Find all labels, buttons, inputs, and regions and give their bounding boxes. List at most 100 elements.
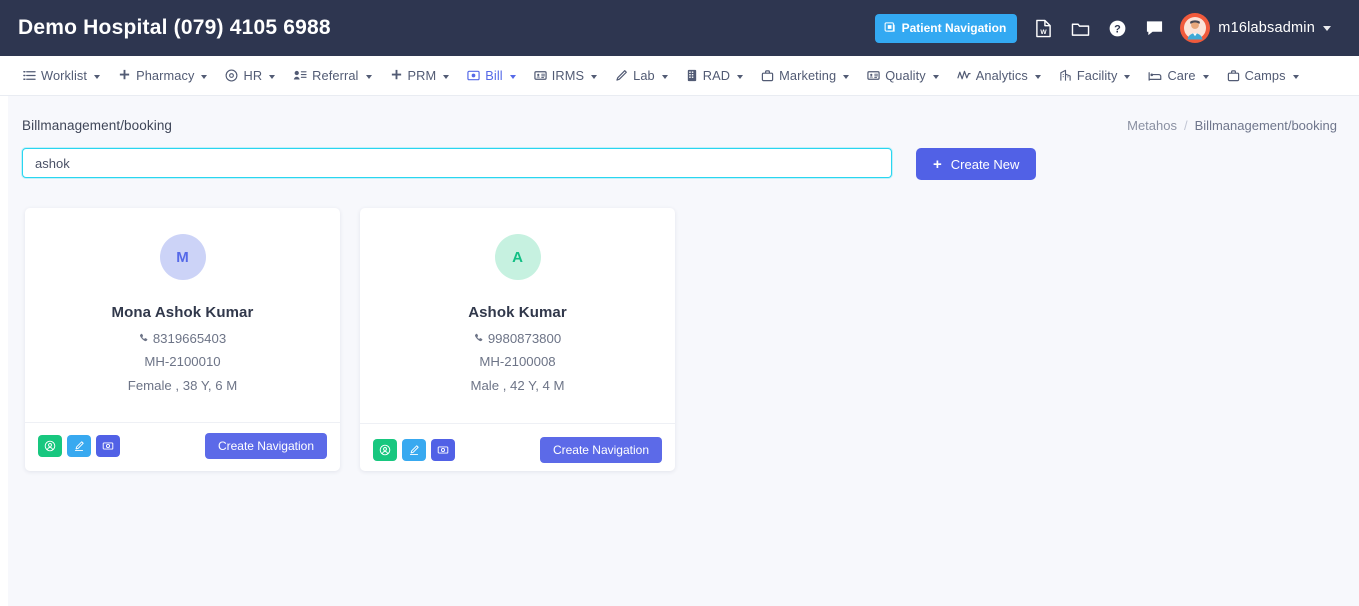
word-document-icon[interactable]: W: [1032, 17, 1054, 39]
patient-demographics: Male , 42 Y, 4 M: [470, 378, 565, 393]
patient-avatar: M: [159, 234, 206, 280]
pencil-icon: [615, 69, 628, 82]
breadcrumb: Metahos / Billmanagement/booking: [1127, 118, 1337, 133]
patient-avatar-initial: A: [512, 248, 523, 266]
header-actions: Patient Navigation W ? m16labsadmin: [874, 13, 1331, 43]
patient-navigation-button[interactable]: Patient Navigation: [874, 13, 1018, 43]
patient-profile-button[interactable]: [373, 439, 397, 461]
nav-item-pharmacy[interactable]: Pharmacy: [109, 56, 216, 95]
create-navigation-button[interactable]: Create Navigation: [204, 433, 327, 459]
patient-name: Ashok Kumar: [468, 304, 567, 321]
bill-card-icon: [467, 69, 480, 82]
chat-bubble-icon[interactable]: [1143, 17, 1165, 39]
nav-label: Referral: [312, 68, 359, 83]
nav-label: Lab: [633, 68, 655, 83]
toolbar-row: + Create New: [8, 133, 1359, 180]
nav-item-referral[interactable]: Referral: [284, 56, 380, 95]
nav-item-prm[interactable]: PRM: [381, 56, 459, 95]
left-sidebar-strip: [0, 96, 8, 606]
chevron-down-icon: [1292, 74, 1299, 79]
user-menu[interactable]: m16labsadmin: [1180, 13, 1331, 43]
bed-icon: [1148, 69, 1162, 82]
breadcrumb-root[interactable]: Metahos: [1127, 118, 1177, 133]
avatar[interactable]: [1180, 13, 1211, 43]
id-photo-icon: [102, 440, 114, 452]
chevron-down-icon: [843, 74, 850, 79]
patient-action-group: [373, 439, 455, 461]
patient-card: A Ashok Kumar 9980873800 MH-2100008 Male…: [360, 208, 675, 471]
id-photo-icon: [437, 444, 449, 456]
nav-item-camps[interactable]: Camps: [1218, 56, 1308, 95]
nav-label: Bill: [485, 68, 503, 83]
nav-label: PRM: [407, 68, 437, 83]
user-circle-icon: [44, 440, 56, 452]
chevron-down-icon: [1202, 74, 1209, 79]
nav-label: IRMS: [551, 68, 585, 83]
patient-action-group: [38, 435, 120, 457]
patient-profile-button[interactable]: [38, 435, 62, 457]
chevron-down-icon: [443, 74, 450, 79]
nav-item-lab[interactable]: Lab: [606, 56, 677, 95]
nav-label: Pharmacy: [136, 68, 195, 83]
chevron-down-icon: [1034, 74, 1041, 79]
at-circle-icon: [225, 69, 238, 82]
edit-patient-button[interactable]: [402, 439, 426, 461]
patient-navigation-icon: [884, 21, 896, 36]
breadcrumb-current: Billmanagement/booking: [1194, 118, 1337, 133]
help-circle-icon[interactable]: ?: [1106, 17, 1128, 39]
patient-card-button[interactable]: [431, 439, 455, 461]
patient-avatar: A: [494, 234, 541, 280]
nav-item-marketing[interactable]: Marketing: [752, 56, 858, 95]
patient-card-list: M Mona Ashok Kumar 8319665403 MH-2100010…: [8, 180, 1359, 471]
search-input[interactable]: [22, 148, 892, 178]
edit-patient-button[interactable]: [67, 435, 91, 457]
nav-item-analytics[interactable]: Analytics: [948, 56, 1050, 95]
svg-text:?: ?: [1114, 23, 1121, 35]
patient-phone-number: 8319665403: [152, 331, 227, 346]
patient-demographics: Female , 38 Y, 6 M: [127, 378, 238, 393]
nav-item-facility[interactable]: Facility: [1050, 56, 1140, 95]
plus-icon: [118, 69, 131, 82]
nav-item-care[interactable]: Care: [1139, 56, 1217, 95]
list-icon: [23, 69, 36, 82]
nav-item-hr[interactable]: HR: [216, 56, 284, 95]
create-navigation-button[interactable]: Create Navigation: [539, 437, 662, 463]
nav-item-worklist[interactable]: Worklist: [14, 56, 109, 95]
id-card-icon: [867, 69, 880, 82]
create-new-button[interactable]: + Create New: [916, 148, 1037, 180]
patient-phone: 8319665403: [41, 331, 324, 346]
patient-card-footer: Create Navigation: [360, 423, 675, 471]
patient-mrn: MH-2100010: [144, 354, 221, 369]
patient-card-footer: Create Navigation: [25, 422, 340, 471]
chevron-down-icon: [201, 74, 208, 79]
chevron-down-icon[interactable]: [1323, 25, 1331, 31]
page-content: Billmanagement/booking Metahos / Billman…: [0, 96, 1359, 606]
username-label: m16labsadmin: [1218, 20, 1315, 36]
chevron-down-icon: [365, 74, 372, 79]
breadcrumb-separator: /: [1184, 118, 1188, 133]
nav-item-bill[interactable]: Bill: [458, 56, 524, 95]
pulse-icon: [957, 69, 971, 82]
building-icon: [686, 69, 698, 82]
hospital-brand-title: Demo Hospital (079) 4105 6988: [18, 16, 331, 39]
chevron-down-icon: [509, 74, 516, 79]
nav-label: Facility: [1076, 68, 1118, 83]
nav-label: Marketing: [779, 68, 837, 83]
chevron-down-icon: [269, 74, 276, 79]
breadcrumb-row: Billmanagement/booking Metahos / Billman…: [8, 96, 1359, 133]
chevron-down-icon: [737, 74, 744, 79]
patient-phone-number: 9980873800: [487, 331, 562, 346]
nav-item-irms[interactable]: IRMS: [525, 56, 606, 95]
nav-label: RAD: [702, 68, 731, 83]
nav-label: Worklist: [41, 68, 88, 83]
patient-card-button[interactable]: [96, 435, 120, 457]
briefcase-icon: [761, 69, 774, 82]
office-icon: [1059, 69, 1072, 82]
folder-icon[interactable]: [1069, 17, 1091, 39]
patient-mrn: MH-2100008: [479, 354, 556, 369]
patient-avatar-initial: M: [176, 248, 189, 266]
nav-item-rad[interactable]: RAD: [677, 56, 752, 95]
nav-item-quality[interactable]: Quality: [858, 56, 948, 95]
main-nav-bar: Worklist Pharmacy HR Referral PRM Bill I…: [0, 56, 1359, 96]
chevron-down-icon: [932, 74, 939, 79]
